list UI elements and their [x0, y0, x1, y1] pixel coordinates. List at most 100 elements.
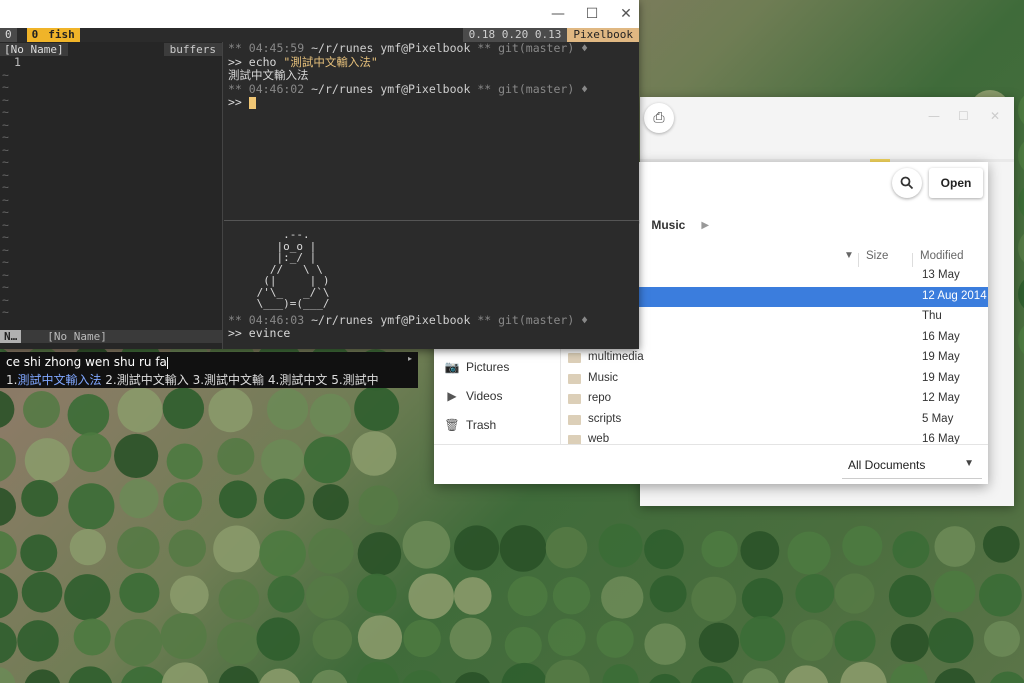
prompt-path: ~/r/runes — [311, 81, 374, 96]
crop-circle — [168, 529, 207, 567]
crop-circle — [352, 431, 397, 476]
open-button[interactable]: Open — [929, 168, 983, 198]
ime-candidate[interactable]: 2.測試中文輸入 — [105, 373, 188, 387]
ime-candidate[interactable]: 5.測試中 — [331, 373, 378, 387]
tmux-window-name[interactable]: fish — [43, 28, 80, 42]
crop-circle — [117, 387, 163, 433]
breadcrumb-current[interactable]: Music — [651, 218, 685, 232]
close-icon[interactable]: ✕ — [609, 0, 643, 28]
maximize-icon[interactable]: ☐ — [575, 0, 609, 28]
crop-circle — [21, 571, 63, 613]
crop-circle — [309, 393, 352, 436]
maximize-icon[interactable]: ☐ — [958, 109, 969, 123]
vim-empty-line: ~ — [2, 155, 9, 169]
crop-circle — [544, 659, 590, 683]
crop-circle — [454, 525, 500, 571]
folder-icon — [568, 414, 581, 425]
vim-empty-line: ~ — [2, 67, 9, 82]
crop-circle — [596, 620, 634, 658]
prompt-path: ~/r/runes — [311, 41, 374, 55]
vim-empty-line: ~ — [2, 142, 9, 157]
vim-empty-line: ~ — [2, 167, 9, 182]
sidebar-item-videos[interactable]: ▶ Videos — [434, 381, 560, 410]
tmux-hostname: Pixelbook — [567, 28, 639, 42]
crop-circle — [888, 574, 932, 618]
crop-circle — [20, 534, 58, 572]
column-size[interactable]: Size — [866, 250, 888, 262]
crop-circle — [267, 575, 305, 613]
crop-circle — [303, 436, 351, 484]
folder-icon — [568, 394, 581, 404]
ime-candidate[interactable]: 1.測試中文輸入法 — [6, 373, 101, 387]
crop-circle — [308, 528, 354, 574]
crop-circle — [795, 573, 835, 613]
close-icon[interactable]: ✕ — [990, 109, 1000, 123]
vim-empty-line: ~ — [2, 280, 9, 294]
crop-circle — [501, 662, 548, 683]
ime-preedit: ce shi zhong wen shu ru fa — [6, 355, 168, 369]
crop-circle — [1018, 233, 1024, 263]
shell-active-prompt[interactable]: >> — [228, 95, 639, 110]
crop-circle — [17, 620, 59, 662]
crop-circle — [217, 622, 260, 665]
ime-menu-icon[interactable]: ▸ — [408, 354, 412, 363]
crop-circle — [934, 668, 976, 683]
terminal-titlebar[interactable]: — ☐ ✕ — [0, 0, 639, 28]
crop-circle — [504, 626, 542, 664]
crop-circle — [0, 437, 16, 482]
crop-circle — [601, 576, 644, 619]
terminal-body[interactable]: 0 0 fish 0.18 0.20 0.13 Pixelbook [No Na… — [0, 28, 639, 349]
ime-candidate[interactable]: 4.測試中文 — [268, 373, 327, 387]
file-modified: 16 May — [922, 330, 960, 343]
list-item[interactable]: web 16 May — [560, 430, 988, 444]
sidebar-item-trash[interactable]: 🗑 Trash — [434, 410, 560, 439]
minimize-icon[interactable]: — — [928, 109, 940, 123]
crop-circle — [402, 670, 442, 683]
file-modified: 19 May — [922, 351, 960, 363]
crop-circle — [162, 387, 205, 429]
ime-candidate-window: ce shi zhong wen shu ru fa ▸ 1.測試中文輸入法 2… — [0, 352, 418, 388]
file-name: Music — [588, 371, 619, 384]
crop-circle — [1018, 325, 1024, 355]
sort-caret-icon[interactable]: ▼ — [844, 250, 854, 261]
breadcrumb: f Music ▶ — [636, 218, 709, 232]
crop-circle — [982, 525, 1020, 563]
crop-circle — [218, 665, 259, 683]
file-modified: 5 May — [922, 412, 954, 425]
list-item[interactable]: multimedia 19 May — [560, 348, 988, 369]
crop-circle — [261, 439, 305, 483]
crop-circle — [453, 577, 492, 615]
prompt-time: ** 04:46:02 — [228, 81, 305, 96]
crop-circle — [983, 620, 1020, 657]
list-item[interactable]: Music 19 May — [560, 369, 988, 390]
search-button[interactable] — [892, 168, 922, 198]
shell-pane-bottom[interactable]: .--. |o_o | |:_/ | // \ \ (| | ) /'\_ _/… — [224, 221, 639, 349]
crop-circle — [834, 620, 876, 662]
crop-circle — [0, 622, 17, 664]
vim-pane[interactable]: [No Name] buffers 1 ~ ~ ~ ~ ~ ~ ~ ~ ~ ~ ~ ~ ~ ~ ~ ~ ~ ~ ~ ~… — [0, 42, 223, 349]
vim-empty-line: ~ — [2, 180, 9, 194]
shell-pane-top[interactable]: ** 04:45:59 ~/r/runes ymf@Pixelbook ** g… — [224, 41, 639, 220]
prompt-marker: >> — [228, 95, 242, 109]
vim-buffer-tab[interactable]: [No Name] — [0, 42, 68, 56]
crop-circle — [740, 531, 780, 570]
crop-circle — [208, 388, 253, 433]
ime-candidate[interactable]: 3.測試中文輸 — [193, 373, 264, 387]
print-icon[interactable]: ⎙ — [644, 103, 674, 133]
file-modified: Thu — [922, 310, 942, 322]
crop-circle — [1018, 187, 1024, 217]
list-item[interactable]: repo 12 May — [560, 389, 988, 410]
crop-circle — [259, 668, 300, 683]
list-item[interactable]: scripts 5 May — [560, 410, 988, 431]
minimize-icon[interactable]: — — [541, 0, 575, 28]
crop-circle — [644, 529, 684, 570]
file-type-select[interactable]: All Documents ▼ — [842, 452, 982, 479]
prompt-git: ** git(master) ♦ — [477, 41, 589, 55]
vim-empty-line: ~ — [2, 255, 9, 269]
crop-circle — [545, 526, 588, 569]
sidebar-item-pictures[interactable]: 📷 Pictures — [434, 352, 560, 381]
tux-ascii-art: .--. |o_o | |:_/ | // \ \ (| | ) /'\_ _/… — [256, 228, 330, 310]
crop-circle — [166, 443, 203, 480]
crop-circle — [358, 485, 399, 526]
column-modified[interactable]: Modified — [920, 250, 963, 262]
